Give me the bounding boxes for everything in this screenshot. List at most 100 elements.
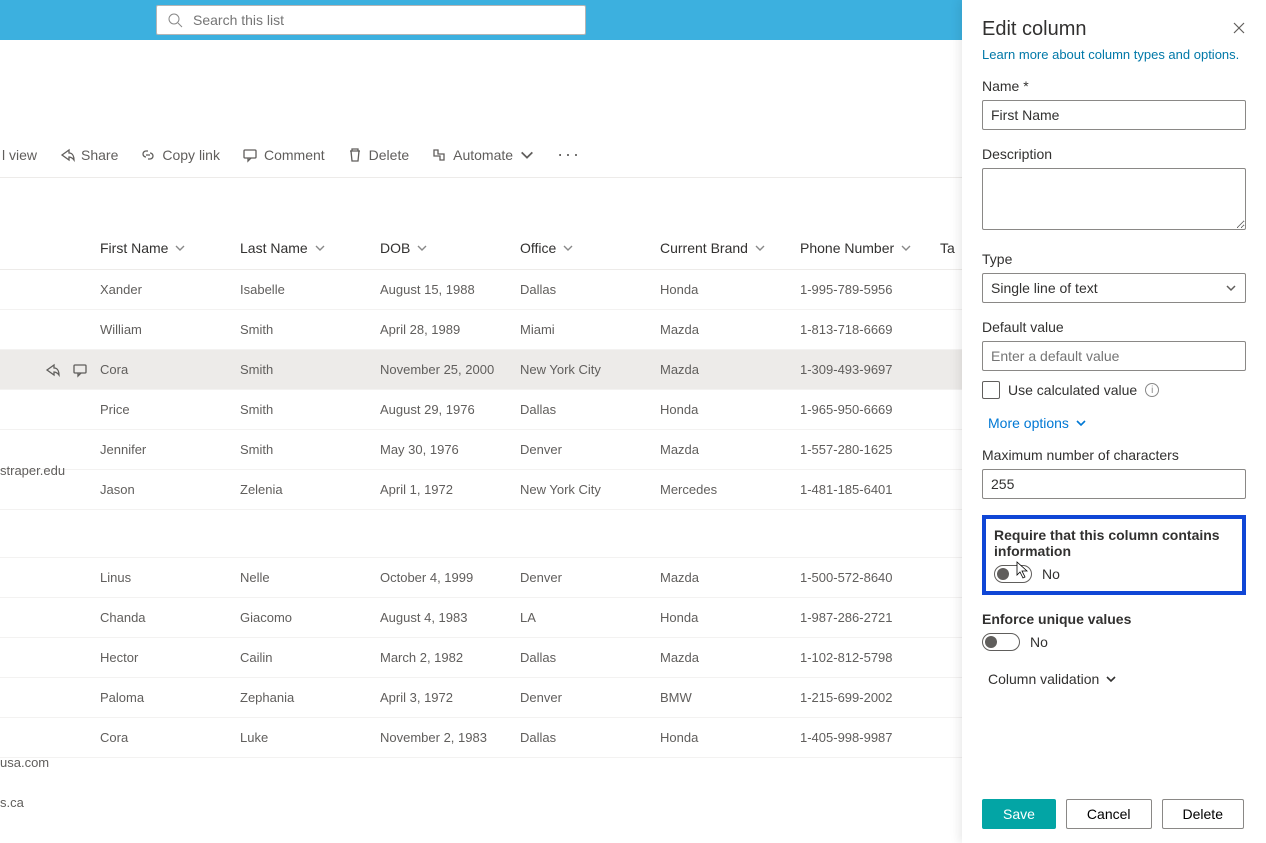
close-panel-button[interactable] xyxy=(1232,19,1246,40)
copy-link-button[interactable]: Copy link xyxy=(140,147,220,163)
chevron-down-icon xyxy=(1105,673,1117,685)
table-cell: April 28, 1989 xyxy=(380,322,520,337)
table-cell: Smith xyxy=(240,322,380,337)
table-cell: Denver xyxy=(520,570,660,585)
table-cell: 1-481-185-6401 xyxy=(800,482,940,497)
chevron-down-icon xyxy=(562,242,574,254)
col-header-firstname[interactable]: First Name xyxy=(100,240,240,256)
share-icon xyxy=(59,147,75,163)
chevron-down-icon xyxy=(174,242,186,254)
col-header-lastname[interactable]: Last Name xyxy=(240,240,380,256)
table-cell: Miami xyxy=(520,322,660,337)
table-cell: Mazda xyxy=(660,442,800,457)
require-info-label: Require that this column contains inform… xyxy=(994,527,1234,559)
learn-more-link[interactable]: Learn more about column types and option… xyxy=(982,47,1246,62)
share-button[interactable]: Share xyxy=(59,147,118,163)
table-cell: November 25, 2000 xyxy=(380,362,520,377)
type-value: Single line of text xyxy=(991,280,1098,296)
table-cell: May 30, 1976 xyxy=(380,442,520,457)
table-cell: Mercedes xyxy=(660,482,800,497)
col-header-dob[interactable]: DOB xyxy=(380,240,520,256)
table-cell: Giacomo xyxy=(240,610,380,625)
max-chars-input[interactable] xyxy=(982,469,1246,499)
table-cell: Mazda xyxy=(660,570,800,585)
table-cell: 1-405-998-9987 xyxy=(800,730,940,745)
cancel-button[interactable]: Cancel xyxy=(1066,799,1152,829)
table-cell: August 4, 1983 xyxy=(380,610,520,625)
col-header-phone[interactable]: Phone Number xyxy=(800,240,940,256)
description-field-label: Description xyxy=(982,146,1246,162)
name-input[interactable] xyxy=(982,100,1246,130)
email-fragment: usa.com xyxy=(0,755,49,770)
link-icon xyxy=(140,147,156,163)
share-icon[interactable] xyxy=(44,362,60,378)
column-validation-label: Column validation xyxy=(988,671,1099,687)
use-calculated-value-checkbox[interactable]: Use calculated value i xyxy=(982,381,1246,399)
more-options-expander[interactable]: More options xyxy=(982,415,1246,431)
trash-icon xyxy=(347,147,363,163)
save-button[interactable]: Save xyxy=(982,799,1056,829)
table-cell: Smith xyxy=(240,402,380,417)
table-cell: Hector xyxy=(100,650,240,665)
table-cell: Smith xyxy=(240,362,380,377)
table-cell: 1-987-286-2721 xyxy=(800,610,940,625)
automate-button[interactable]: Automate xyxy=(431,147,535,163)
chevron-down-icon xyxy=(1225,282,1237,294)
description-input[interactable] xyxy=(982,168,1246,230)
comment-label: Comment xyxy=(264,147,325,163)
table-cell: Mazda xyxy=(660,650,800,665)
table-cell: Zephania xyxy=(240,690,380,705)
col-header-brand[interactable]: Current Brand xyxy=(660,240,800,256)
chevron-down-icon xyxy=(900,242,912,254)
share-label: Share xyxy=(81,147,118,163)
copy-link-label: Copy link xyxy=(162,147,220,163)
type-select[interactable]: Single line of text xyxy=(982,273,1246,303)
table-cell: Honda xyxy=(660,730,800,745)
default-value-input[interactable] xyxy=(982,341,1246,371)
search-box[interactable] xyxy=(156,5,586,35)
chevron-down-icon xyxy=(416,242,428,254)
table-cell: Luke xyxy=(240,730,380,745)
delete-column-button[interactable]: Delete xyxy=(1162,799,1244,829)
search-icon xyxy=(167,12,183,28)
table-cell: BMW xyxy=(660,690,800,705)
table-cell: Smith xyxy=(240,442,380,457)
info-icon[interactable]: i xyxy=(1145,383,1159,397)
automate-label: Automate xyxy=(453,147,513,163)
edit-column-panel: Edit column Learn more about column type… xyxy=(962,0,1266,843)
table-cell: Nelle xyxy=(240,570,380,585)
table-cell: 1-215-699-2002 xyxy=(800,690,940,705)
delete-button[interactable]: Delete xyxy=(347,147,409,163)
table-cell: 1-813-718-6669 xyxy=(800,322,940,337)
table-cell: Isabelle xyxy=(240,282,380,297)
table-cell: Honda xyxy=(660,282,800,297)
chevron-down-icon xyxy=(519,147,535,163)
table-cell: 1-500-572-8640 xyxy=(800,570,940,585)
default-value-field-label: Default value xyxy=(982,319,1246,335)
enforce-unique-toggle[interactable] xyxy=(982,633,1020,651)
panel-footer: Save Cancel Delete xyxy=(962,789,1266,843)
table-cell: March 2, 1982 xyxy=(380,650,520,665)
col-header-office[interactable]: Office xyxy=(520,240,660,256)
table-cell: New York City xyxy=(520,362,660,377)
email-fragment: straper.edu xyxy=(0,463,65,478)
require-info-toggle[interactable] xyxy=(994,565,1032,583)
type-field-label: Type xyxy=(982,251,1246,267)
table-cell: October 4, 1999 xyxy=(380,570,520,585)
table-cell: William xyxy=(100,322,240,337)
table-cell: Denver xyxy=(520,690,660,705)
comment-button[interactable]: Comment xyxy=(242,147,325,163)
table-cell: Paloma xyxy=(100,690,240,705)
comment-icon[interactable] xyxy=(72,362,88,378)
require-info-state: No xyxy=(1042,566,1060,582)
table-cell: Mazda xyxy=(660,322,800,337)
table-cell: 1-995-789-5956 xyxy=(800,282,940,297)
search-input[interactable] xyxy=(193,12,575,28)
grid-view-button[interactable]: l view xyxy=(0,147,37,163)
more-commands-button[interactable]: ··· xyxy=(557,144,581,165)
table-cell: Honda xyxy=(660,610,800,625)
table-cell: Mazda xyxy=(660,362,800,377)
column-validation-expander[interactable]: Column validation xyxy=(982,671,1246,687)
table-cell: Denver xyxy=(520,442,660,457)
name-field-label: Name * xyxy=(982,78,1246,94)
